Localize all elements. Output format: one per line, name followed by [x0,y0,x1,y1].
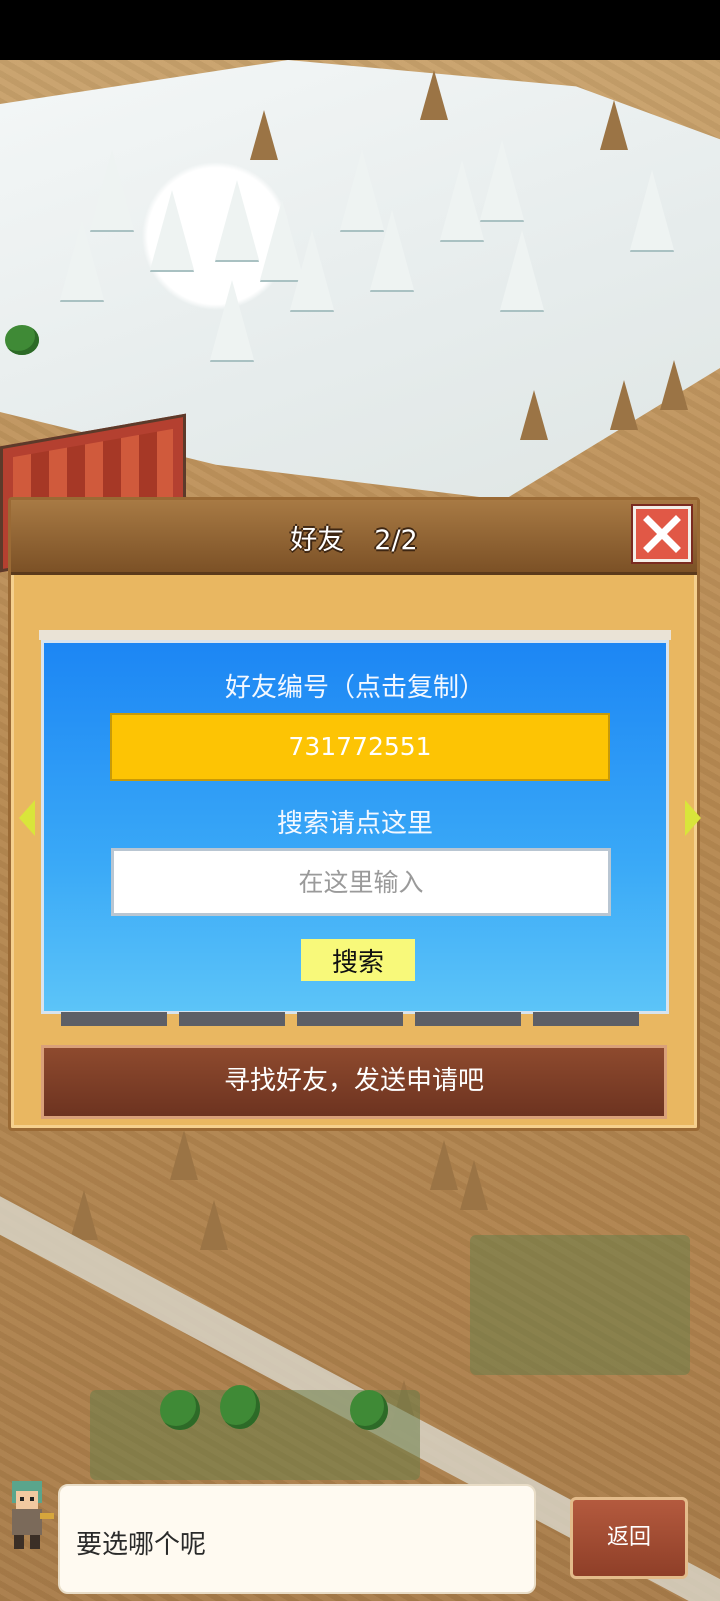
bottom-tab-strip [61,1012,649,1026]
speech-text: 要选哪个呢 [76,1530,207,1560]
arrow-left-icon[interactable] [19,800,35,836]
dialog-header: 好友 2/2 [11,500,697,575]
search-label: 搜索请点这里 [276,809,433,839]
rock-spire [250,110,278,160]
rock-spire [70,1190,98,1240]
close-icon [643,515,681,553]
bush [5,325,39,355]
search-button[interactable]: 搜索 [301,939,415,981]
snow-tree [440,160,484,240]
snow-tree [60,220,104,300]
speech-bubble: 要选哪个呢 [58,1484,536,1594]
tab-strip [39,630,671,640]
rock-spire [170,1130,198,1180]
close-button[interactable] [633,506,691,562]
rock-spire [660,360,688,410]
snow-tree [630,170,674,250]
dialog-title-text: 好友 [290,525,345,556]
search-input[interactable] [111,848,611,916]
friend-panel: 好友编号（点击复制） 731772551 搜索请点这里 搜索 [41,640,669,1014]
bush [160,1390,200,1430]
rock-spire [600,100,628,150]
friend-dialog: 好友 2/2 好友编号（点击复制） 731772551 搜索请点这里 搜索 寻找好… [8,497,701,1131]
snow-tree [90,150,134,230]
friend-code-label: 好友编号（点击复制） [224,673,485,703]
page-indicator: 2/2 [374,525,418,556]
snow-tree [210,280,254,360]
snow-tree [150,190,194,270]
avatar [0,1473,58,1553]
friend-code-button[interactable]: 731772551 [110,713,610,781]
snow-tree [480,140,524,220]
rock-spire [460,1160,488,1210]
bush [220,1385,260,1429]
snow-tree [370,210,414,290]
rock-spire [520,390,548,440]
grass-patch [470,1235,690,1375]
arrow-right-icon[interactable] [685,800,701,836]
bush [350,1390,388,1430]
avatar-character-icon [12,1481,54,1549]
snow-tree [215,180,259,260]
dialog-title: 好友 2/2 [11,518,697,557]
rock-spire [420,70,448,120]
rock-spire [610,380,638,430]
rock-spire [430,1140,458,1190]
back-button[interactable]: 返回 [570,1497,688,1579]
status-bar [0,0,720,60]
find-friends-banner: 寻找好友，发送申请吧 [41,1045,667,1119]
snow-tree [290,230,334,310]
snow-tree [500,230,544,310]
rock-spire [200,1200,228,1250]
